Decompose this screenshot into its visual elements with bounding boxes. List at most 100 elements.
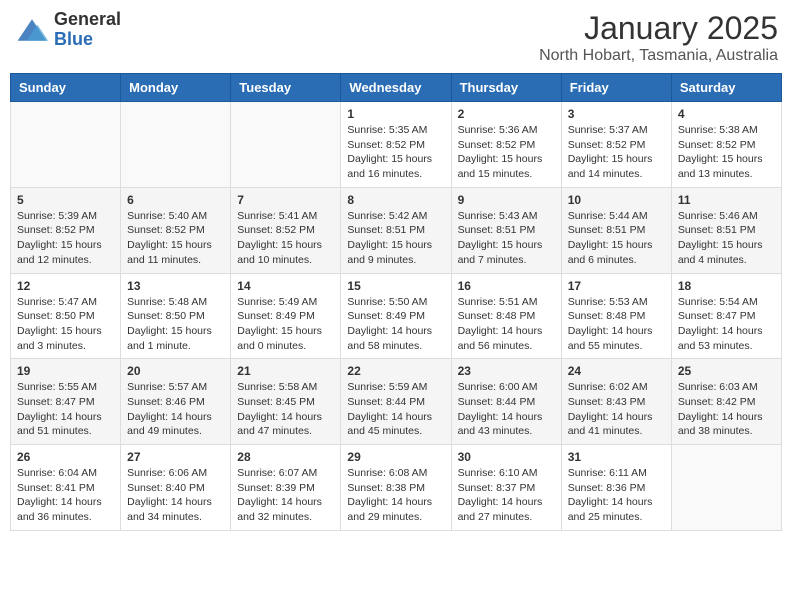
day-number: 11 <box>678 193 775 207</box>
calendar-cell: 28Sunrise: 6:07 AM Sunset: 8:39 PM Dayli… <box>231 445 341 531</box>
calendar-cell: 30 Sunrise: 6:10 AM Sunset: 8:37 PM Dayli… <box>451 445 561 531</box>
day-number: 13 <box>127 279 224 293</box>
day-info: Sunrise: 6:10 AM Sunset: 8:37 PM Dayligh… <box>458 466 555 525</box>
calendar-cell: 1 Sunrise: 5:35 AM Sunset: 8:52 PM Daylig… <box>341 102 451 188</box>
calendar-cell <box>11 102 121 188</box>
day-number: 1 <box>347 107 444 121</box>
calendar-cell: 31 Sunrise: 6:11 AM Sunset: 8:36 PM Dayli… <box>561 445 671 531</box>
day-info: Sunrise: 5:38 AM Sunset: 8:52 PM Dayligh… <box>678 123 775 182</box>
logo-icon <box>14 15 50 45</box>
day-number: 2 <box>458 107 555 121</box>
day-number: 18 <box>678 279 775 293</box>
day-info: Sunrise: 5:43 AM Sunset: 8:51 PM Dayligh… <box>458 209 555 268</box>
day-info: Sunrise: 5:48 AM Sunset: 8:50 PM Dayligh… <box>127 295 224 354</box>
weekday-header-friday: Friday <box>561 74 671 102</box>
calendar-cell: 8 Sunrise: 5:42 AM Sunset: 8:51 PM Daylig… <box>341 187 451 273</box>
day-info: Sunrise: 5:35 AM Sunset: 8:52 PM Dayligh… <box>347 123 444 182</box>
calendar-cell: 7Sunrise: 5:41 AM Sunset: 8:52 PM Daylig… <box>231 187 341 273</box>
page-header: General Blue January 2025 North Hobart, … <box>10 10 782 65</box>
day-number: 28 <box>237 450 334 464</box>
day-info: Sunrise: 5:46 AM Sunset: 8:51 PM Dayligh… <box>678 209 775 268</box>
day-info: Sunrise: 6:03 AM Sunset: 8:42 PM Dayligh… <box>678 380 775 439</box>
week-row-3: 12Sunrise: 5:47 AM Sunset: 8:50 PM Dayli… <box>11 273 782 359</box>
calendar-cell: 3Sunrise: 5:37 AM Sunset: 8:52 PM Daylig… <box>561 102 671 188</box>
calendar-cell: 11 Sunrise: 5:46 AM Sunset: 8:51 PM Dayli… <box>671 187 781 273</box>
calendar-cell: 21 Sunrise: 5:58 AM Sunset: 8:45 PM Dayli… <box>231 359 341 445</box>
day-number: 26 <box>17 450 114 464</box>
day-number: 25 <box>678 364 775 378</box>
day-info: Sunrise: 5:53 AM Sunset: 8:48 PM Dayligh… <box>568 295 665 354</box>
day-number: 31 <box>568 450 665 464</box>
calendar-cell: 14 Sunrise: 5:49 AM Sunset: 8:49 PM Dayli… <box>231 273 341 359</box>
day-info: Sunrise: 5:54 AM Sunset: 8:47 PM Dayligh… <box>678 295 775 354</box>
day-info: Sunrise: 5:58 AM Sunset: 8:45 PM Dayligh… <box>237 380 334 439</box>
weekday-header-wednesday: Wednesday <box>341 74 451 102</box>
day-number: 17 <box>568 279 665 293</box>
day-info: Sunrise: 6:11 AM Sunset: 8:36 PM Dayligh… <box>568 466 665 525</box>
week-row-5: 26 Sunrise: 6:04 AM Sunset: 8:41 PM Dayli… <box>11 445 782 531</box>
calendar-table: SundayMondayTuesdayWednesdayThursdayFrid… <box>10 73 782 531</box>
day-number: 22 <box>347 364 444 378</box>
logo-general: General <box>54 10 121 30</box>
week-row-2: 5 Sunrise: 5:39 AM Sunset: 8:52 PM Daylig… <box>11 187 782 273</box>
day-number: 4 <box>678 107 775 121</box>
day-number: 7 <box>237 193 334 207</box>
day-info: Sunrise: 6:06 AM Sunset: 8:40 PM Dayligh… <box>127 466 224 525</box>
logo-text: General Blue <box>54 10 121 50</box>
calendar-cell: 24Sunrise: 6:02 AM Sunset: 8:43 PM Dayli… <box>561 359 671 445</box>
calendar-cell: 25 Sunrise: 6:03 AM Sunset: 8:42 PM Dayli… <box>671 359 781 445</box>
day-number: 24 <box>568 364 665 378</box>
calendar-cell: 26 Sunrise: 6:04 AM Sunset: 8:41 PM Dayli… <box>11 445 121 531</box>
calendar-cell: 20 Sunrise: 5:57 AM Sunset: 8:46 PM Dayli… <box>121 359 231 445</box>
weekday-header-saturday: Saturday <box>671 74 781 102</box>
day-info: Sunrise: 5:39 AM Sunset: 8:52 PM Dayligh… <box>17 209 114 268</box>
logo: General Blue <box>14 10 121 50</box>
calendar-cell: 19Sunrise: 5:55 AM Sunset: 8:47 PM Dayli… <box>11 359 121 445</box>
logo-blue: Blue <box>54 30 121 50</box>
day-number: 30 <box>458 450 555 464</box>
day-number: 12 <box>17 279 114 293</box>
day-info: Sunrise: 5:57 AM Sunset: 8:46 PM Dayligh… <box>127 380 224 439</box>
day-number: 19 <box>17 364 114 378</box>
day-info: Sunrise: 5:42 AM Sunset: 8:51 PM Dayligh… <box>347 209 444 268</box>
day-info: Sunrise: 6:00 AM Sunset: 8:44 PM Dayligh… <box>458 380 555 439</box>
calendar-cell: 12Sunrise: 5:47 AM Sunset: 8:50 PM Dayli… <box>11 273 121 359</box>
day-number: 21 <box>237 364 334 378</box>
calendar-cell: 15Sunrise: 5:50 AM Sunset: 8:49 PM Dayli… <box>341 273 451 359</box>
day-number: 23 <box>458 364 555 378</box>
day-number: 20 <box>127 364 224 378</box>
calendar-cell: 17 Sunrise: 5:53 AM Sunset: 8:48 PM Dayli… <box>561 273 671 359</box>
day-info: Sunrise: 5:59 AM Sunset: 8:44 PM Dayligh… <box>347 380 444 439</box>
calendar-cell <box>121 102 231 188</box>
calendar-cell: 9 Sunrise: 5:43 AM Sunset: 8:51 PM Daylig… <box>451 187 561 273</box>
day-number: 10 <box>568 193 665 207</box>
location-title: North Hobart, Tasmania, Australia <box>539 47 778 65</box>
week-row-1: 1 Sunrise: 5:35 AM Sunset: 8:52 PM Daylig… <box>11 102 782 188</box>
week-row-4: 19Sunrise: 5:55 AM Sunset: 8:47 PM Dayli… <box>11 359 782 445</box>
calendar-cell: 29 Sunrise: 6:08 AM Sunset: 8:38 PM Dayli… <box>341 445 451 531</box>
calendar-cell: 16Sunrise: 5:51 AM Sunset: 8:48 PM Dayli… <box>451 273 561 359</box>
weekday-header-monday: Monday <box>121 74 231 102</box>
calendar-cell: 22 Sunrise: 5:59 AM Sunset: 8:44 PM Dayli… <box>341 359 451 445</box>
weekday-header-row: SundayMondayTuesdayWednesdayThursdayFrid… <box>11 74 782 102</box>
calendar-cell: 4 Sunrise: 5:38 AM Sunset: 8:52 PM Daylig… <box>671 102 781 188</box>
weekday-header-tuesday: Tuesday <box>231 74 341 102</box>
day-number: 29 <box>347 450 444 464</box>
day-number: 5 <box>17 193 114 207</box>
day-number: 3 <box>568 107 665 121</box>
day-info: Sunrise: 5:49 AM Sunset: 8:49 PM Dayligh… <box>237 295 334 354</box>
calendar-cell: 23 Sunrise: 6:00 AM Sunset: 8:44 PM Dayli… <box>451 359 561 445</box>
day-info: Sunrise: 6:04 AM Sunset: 8:41 PM Dayligh… <box>17 466 114 525</box>
day-number: 15 <box>347 279 444 293</box>
calendar-cell: 10Sunrise: 5:44 AM Sunset: 8:51 PM Dayli… <box>561 187 671 273</box>
day-info: Sunrise: 6:08 AM Sunset: 8:38 PM Dayligh… <box>347 466 444 525</box>
day-number: 14 <box>237 279 334 293</box>
calendar-cell: 2Sunrise: 5:36 AM Sunset: 8:52 PM Daylig… <box>451 102 561 188</box>
calendar-cell <box>231 102 341 188</box>
day-number: 6 <box>127 193 224 207</box>
day-number: 27 <box>127 450 224 464</box>
title-block: January 2025 North Hobart, Tasmania, Aus… <box>539 10 778 65</box>
day-number: 8 <box>347 193 444 207</box>
day-number: 9 <box>458 193 555 207</box>
calendar-cell: 13 Sunrise: 5:48 AM Sunset: 8:50 PM Dayli… <box>121 273 231 359</box>
